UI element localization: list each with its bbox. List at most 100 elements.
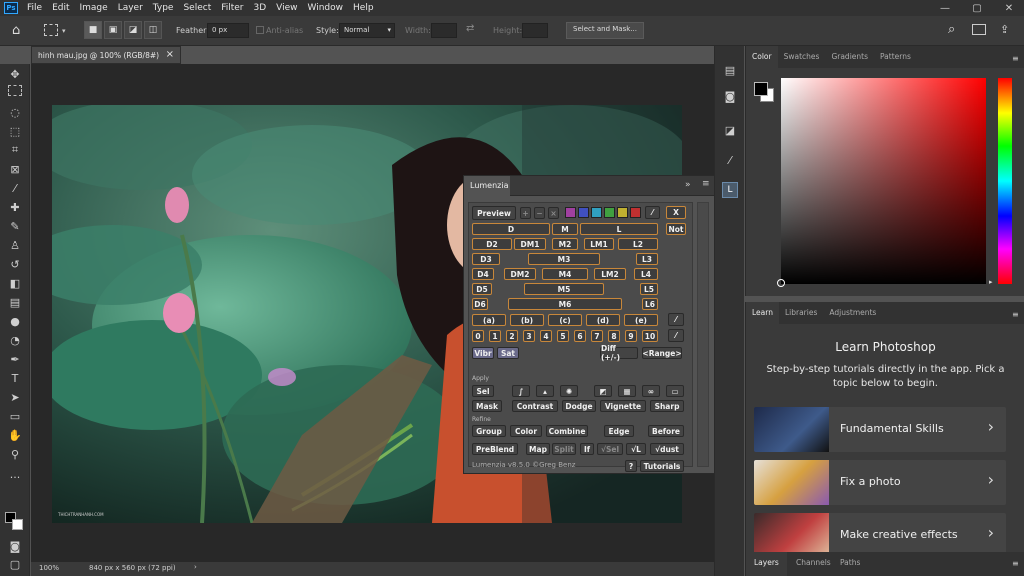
document-tab[interactable]: hinh mau.jpg @ 100% (RGB/8#) × (31, 46, 181, 64)
hand-tool-icon[interactable]: ✋ (6, 427, 24, 443)
check-dust-button[interactable]: √dust (650, 443, 684, 455)
background-color-swatch[interactable] (12, 519, 23, 530)
healing-brush-tool-icon[interactable]: ✚ (6, 199, 24, 215)
multiply-button[interactable]: × (548, 207, 559, 219)
select-and-mask-button[interactable]: Select and Mask... (566, 22, 644, 39)
tab-gradients[interactable]: Gradients (825, 46, 874, 68)
zone-m4[interactable]: M4 (542, 268, 588, 280)
antialias-checkbox[interactable] (256, 26, 264, 34)
marquee-tool-icon[interactable] (8, 85, 22, 96)
number-8-button[interactable]: 8 (608, 330, 620, 342)
minimize-button[interactable]: — (930, 0, 960, 16)
quick-select-tool-icon[interactable]: ⬚ (6, 123, 24, 139)
sel-button[interactable]: Sel (472, 385, 494, 397)
number-2-button[interactable]: 2 (506, 330, 518, 342)
preview-button[interactable]: Preview (472, 206, 516, 220)
sharp-button[interactable]: Sharp (650, 400, 684, 412)
brush-tool-icon[interactable]: ✎ (6, 218, 24, 234)
diff-button[interactable]: Diff (+/-) (600, 344, 638, 362)
blank-square-icon[interactable]: ▭ (666, 385, 684, 397)
vibr-button[interactable]: Vibr (472, 347, 494, 359)
swatch-blue[interactable] (578, 207, 589, 218)
number-9-button[interactable]: 9 (625, 330, 637, 342)
new-selection-button[interactable]: ■ (84, 21, 102, 39)
letter-b-button[interactable]: (b) (510, 314, 544, 326)
color-button[interactable]: Color (510, 425, 542, 437)
subtract-selection-button[interactable]: ◪ (124, 21, 142, 39)
menu-select[interactable]: Select (178, 3, 216, 13)
close-tab-icon[interactable]: × (166, 49, 174, 60)
photoshop-logo-icon[interactable]: Ps (4, 2, 18, 14)
panel-menu-icon[interactable]: ≡ (1012, 54, 1019, 63)
history-brush-tool-icon[interactable]: ↺ (6, 256, 24, 272)
more-tools-icon[interactable]: ··· (6, 469, 24, 485)
glasses-icon[interactable]: ∞ (642, 385, 660, 397)
color-picker-handle[interactable] (777, 279, 785, 287)
chevron-right-icon[interactable]: › (194, 563, 197, 571)
zone-d5[interactable]: D5 (472, 283, 492, 295)
eyedropper-tool-icon[interactable]: ⁄ (6, 180, 24, 196)
blur-tool-icon[interactable]: ● (6, 313, 24, 329)
menu-file[interactable]: File (22, 3, 47, 13)
zoom-tool-icon[interactable]: ⚲ (6, 446, 24, 462)
menu-view[interactable]: View (271, 3, 302, 13)
contrast-button[interactable]: Contrast (512, 400, 558, 412)
maximize-button[interactable]: ▢ (962, 0, 992, 16)
tab-libraries[interactable]: Libraries (779, 302, 823, 324)
dodge-button[interactable]: Dodge (562, 400, 596, 412)
height-input[interactable] (522, 23, 548, 38)
levels-icon[interactable]: ▴ (536, 385, 554, 397)
zone-l5[interactable]: L5 (640, 283, 658, 295)
menu-window[interactable]: Window (303, 3, 349, 13)
workspace-icon[interactable] (972, 24, 986, 35)
zone-dm2[interactable]: DM2 (504, 268, 536, 280)
learn-card-fix-photo[interactable]: Fix a photo › (754, 460, 1006, 505)
zoom-level[interactable]: 100% (39, 564, 59, 572)
eyedropper-icon[interactable]: ⁄ (645, 206, 660, 219)
map-button[interactable]: Map (526, 443, 550, 455)
zone-m3[interactable]: M3 (528, 253, 600, 265)
properties-icon[interactable]: ◪ (722, 122, 738, 138)
path-select-tool-icon[interactable]: ➤ (6, 389, 24, 405)
letter-e-button[interactable]: (e) (624, 314, 658, 326)
menu-layer[interactable]: Layer (113, 3, 148, 13)
edge-button[interactable]: Edge (604, 425, 634, 437)
number-7-button[interactable]: 7 (591, 330, 603, 342)
number-1-button[interactable]: 1 (489, 330, 501, 342)
zone-d6[interactable]: D6 (472, 298, 488, 310)
color-field[interactable] (781, 78, 986, 284)
split-button[interactable]: Split (552, 443, 576, 455)
intersect-selection-button[interactable]: ◫ (144, 21, 162, 39)
pen-tool-icon[interactable]: ✒ (6, 351, 24, 367)
lumenzia-scrollbar[interactable] (697, 202, 709, 467)
sat-button[interactable]: Sat (497, 347, 519, 359)
combine-button[interactable]: Combine (546, 425, 588, 437)
lumenzia-panel-icon[interactable]: L (722, 182, 738, 198)
brush-settings-icon[interactable]: ⁄ (722, 152, 738, 168)
menu-image[interactable]: Image (75, 3, 113, 13)
zone-m6[interactable]: M6 (508, 298, 622, 310)
dodge-burn-icon[interactable]: ◩ (594, 385, 612, 397)
check-sel-button[interactable]: √Sel (597, 443, 623, 455)
number-10-button[interactable]: 10 (642, 330, 658, 342)
menu-edit[interactable]: Edit (47, 3, 74, 13)
range-button[interactable]: <Range> (642, 347, 682, 359)
zone-lm2[interactable]: LM2 (594, 268, 626, 280)
clone-stamp-tool-icon[interactable]: ♙ (6, 237, 24, 253)
lumenzia-header[interactable]: Lumenzia » ≡ (464, 176, 714, 196)
menu-type[interactable]: Type (148, 3, 179, 13)
width-input[interactable] (431, 23, 457, 38)
close-window-button[interactable]: ✕ (994, 0, 1024, 16)
rectangle-tool-icon[interactable]: ▭ (6, 408, 24, 424)
number-5-button[interactable]: 5 (557, 330, 569, 342)
search-icon[interactable]: ⌕ (948, 22, 955, 37)
history-icon[interactable]: ▤ (722, 62, 738, 78)
eyedropper-b-icon[interactable]: ⁄ (668, 329, 684, 342)
zone-d[interactable]: D (472, 223, 550, 235)
zone-l2[interactable]: L2 (618, 238, 658, 250)
letter-c-button[interactable]: (c) (548, 314, 582, 326)
zone-m5[interactable]: M5 (524, 283, 604, 295)
panel-menu-icon[interactable]: ≡ (702, 179, 710, 189)
panel-menu-icon[interactable]: ≡ (1012, 310, 1019, 319)
panel-menu-icon[interactable]: ≡ (1012, 559, 1019, 568)
